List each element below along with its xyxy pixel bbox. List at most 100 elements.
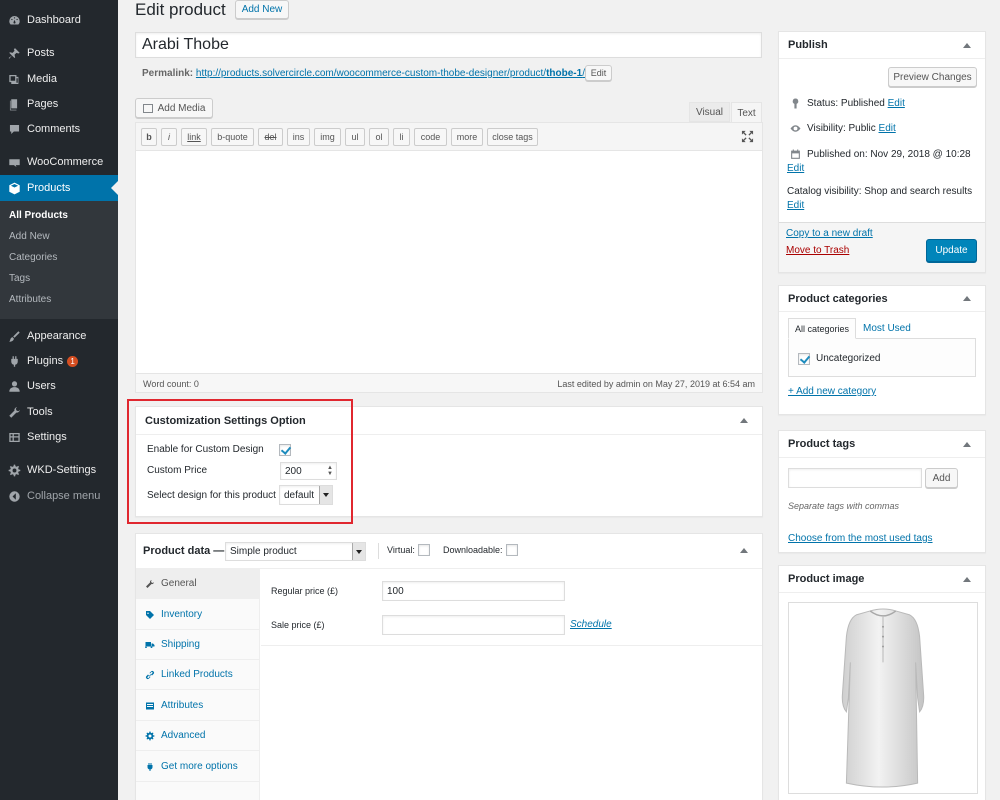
- qt-button-more[interactable]: more: [451, 128, 483, 146]
- menu-woocommerce[interactable]: WooCommerce: [0, 150, 118, 174]
- toggle-panel-icon[interactable]: [740, 548, 748, 553]
- qt-button-code[interactable]: code: [414, 128, 447, 146]
- editor-status-bar: Word count: 0 Last edited by admin on Ma…: [136, 373, 762, 392]
- tab-inventory[interactable]: Inventory: [136, 600, 260, 630]
- add-tag-button[interactable]: Add: [925, 468, 958, 488]
- menu-products[interactable]: Products: [0, 175, 118, 201]
- toggle-panel-icon[interactable]: [963, 442, 971, 447]
- tab-label: Inventory: [161, 609, 203, 620]
- wrench-icon: [145, 578, 156, 589]
- tag-icon: [145, 609, 156, 620]
- qt-button-link[interactable]: link: [181, 128, 207, 146]
- qt-button-ol[interactable]: ol: [369, 128, 389, 146]
- toggle-panel-icon[interactable]: [963, 296, 971, 301]
- qt-button-close-tags[interactable]: close tags: [487, 128, 538, 146]
- toggle-panel-icon[interactable]: [740, 418, 748, 423]
- menu-pages[interactable]: Pages: [0, 92, 118, 116]
- editor-textarea[interactable]: [136, 151, 762, 371]
- settings-icon: [7, 430, 21, 444]
- add-media-button[interactable]: Add Media: [135, 98, 213, 118]
- eye-icon: [789, 122, 801, 134]
- downloadable-checkbox[interactable]: [506, 544, 518, 556]
- published-value: Nov 29, 2018 @ 10:28: [870, 148, 971, 160]
- menu-appearance[interactable]: Appearance: [0, 324, 118, 348]
- permalink-label: Permalink:: [142, 68, 194, 79]
- qt-button-li[interactable]: li: [393, 128, 410, 146]
- product-image-thumbnail[interactable]: [788, 602, 978, 794]
- menu-tools[interactable]: Tools: [0, 400, 118, 424]
- virtual-label: Virtual:: [387, 545, 415, 555]
- qt-button-ul[interactable]: ul: [345, 128, 365, 146]
- tab-linked-products[interactable]: Linked Products: [136, 660, 260, 690]
- tab-get-more-options[interactable]: Get more options: [136, 752, 260, 782]
- plug-icon: [7, 354, 21, 368]
- menu-comments[interactable]: Comments: [0, 117, 118, 141]
- fullscreen-icon[interactable]: [741, 130, 754, 143]
- tab-visual[interactable]: Visual: [689, 102, 730, 122]
- product-type-select[interactable]: Simple product: [225, 542, 366, 561]
- tab-label: Shipping: [161, 639, 200, 650]
- menu-users[interactable]: Users: [0, 374, 118, 398]
- wrench-icon: [7, 405, 21, 419]
- add-new-category-link[interactable]: + Add new category: [788, 386, 876, 397]
- submenu-all-products[interactable]: All Products: [9, 210, 68, 221]
- last-edited: Last edited by admin on May 27, 2019 at …: [557, 379, 755, 389]
- menu-label: Dashboard: [27, 14, 81, 26]
- tab-most-used[interactable]: Most Used: [863, 323, 911, 334]
- submenu-categories[interactable]: Categories: [9, 252, 57, 263]
- submenu-attributes[interactable]: Attributes: [9, 294, 51, 305]
- preview-changes-button[interactable]: Preview Changes: [888, 67, 977, 87]
- menu-label: Appearance: [27, 330, 87, 342]
- menu-media[interactable]: Media: [0, 67, 118, 91]
- add-new-button[interactable]: Add New: [235, 0, 289, 19]
- new-tag-input[interactable]: [788, 468, 922, 488]
- menu-label: WKD-Settings: [27, 464, 97, 476]
- tab-shipping[interactable]: Shipping: [136, 630, 260, 660]
- submenu-tags[interactable]: Tags: [9, 273, 30, 284]
- permalink-url[interactable]: http://products.solvercircle.com/woocomm…: [196, 68, 585, 79]
- qt-button-img[interactable]: img: [314, 128, 341, 146]
- tab-advanced[interactable]: Advanced: [136, 721, 260, 751]
- qt-button-bquote[interactable]: b-quote: [211, 128, 254, 146]
- virtual-checkbox[interactable]: [418, 544, 430, 556]
- menu-plugins[interactable]: Plugins 1: [0, 349, 118, 373]
- qt-button-b[interactable]: b: [141, 128, 157, 146]
- update-button[interactable]: Update: [926, 239, 977, 262]
- tab-general[interactable]: General: [136, 569, 260, 599]
- tab-attributes[interactable]: Attributes: [136, 691, 260, 721]
- tags-box-header: Product tags: [779, 431, 985, 458]
- catalog-edit-link[interactable]: Edit: [787, 200, 804, 211]
- toggle-panel-icon[interactable]: [963, 43, 971, 48]
- permalink-edit-button[interactable]: Edit: [585, 65, 612, 81]
- tab-all-categories[interactable]: All categories: [788, 318, 856, 339]
- choose-most-used-tags-link[interactable]: Choose from the most used tags: [788, 533, 933, 544]
- menu-label: Media: [27, 73, 57, 85]
- menu-dashboard[interactable]: Dashboard: [0, 8, 118, 32]
- menu-posts[interactable]: Posts: [0, 41, 118, 65]
- menu-settings[interactable]: Settings: [0, 425, 118, 449]
- tab-text[interactable]: Text: [731, 102, 762, 123]
- collapse-menu-button[interactable]: Collapse menu: [0, 484, 118, 508]
- qt-button-i[interactable]: i: [161, 128, 177, 146]
- visibility-edit-link[interactable]: Edit: [879, 123, 896, 134]
- status-edit-link[interactable]: Edit: [888, 98, 905, 109]
- toggle-panel-icon[interactable]: [963, 577, 971, 582]
- copy-draft-link[interactable]: Copy to a new draft: [786, 228, 873, 239]
- gear-icon: [7, 463, 21, 477]
- tab-label: Get more options: [161, 761, 238, 772]
- menu-label: Plugins: [27, 355, 64, 367]
- sale-price-input[interactable]: [382, 615, 565, 635]
- woocommerce-icon: [7, 155, 21, 169]
- product-data-label: Product data —: [143, 545, 225, 557]
- qt-button-ins[interactable]: ins: [287, 128, 310, 146]
- schedule-link[interactable]: Schedule: [570, 619, 612, 630]
- category-checkbox-uncategorized[interactable]: [798, 353, 810, 365]
- submenu-add-new[interactable]: Add New: [9, 231, 50, 242]
- move-to-trash-link[interactable]: Move to Trash: [786, 245, 849, 256]
- regular-price-input[interactable]: 100: [382, 581, 565, 601]
- published-edit-link[interactable]: Edit: [787, 163, 804, 174]
- qt-button-del[interactable]: del: [258, 128, 283, 146]
- menu-wkd-settings[interactable]: WKD-Settings: [0, 458, 118, 482]
- product-title-input[interactable]: Arabi Thobe: [135, 32, 762, 58]
- word-count: Word count: 0: [143, 379, 199, 389]
